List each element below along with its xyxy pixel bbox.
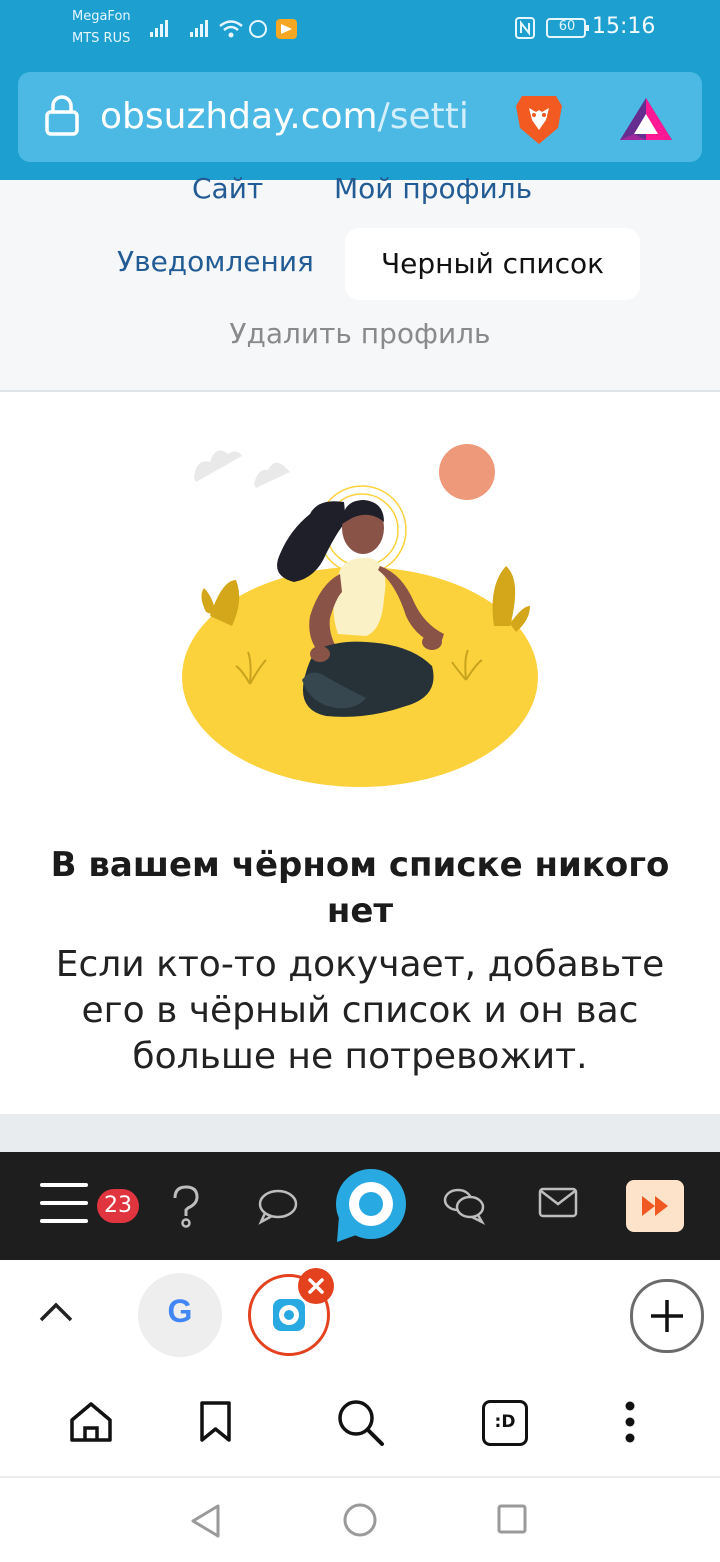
- home-nav-icon[interactable]: [342, 1502, 378, 1538]
- fast-forward-button[interactable]: [626, 1180, 684, 1232]
- site-logo-icon[interactable]: [333, 1168, 411, 1244]
- nav-link-site[interactable]: Сайт: [192, 172, 263, 205]
- conversations-icon[interactable]: [442, 1184, 488, 1226]
- more-options-icon[interactable]: [622, 1400, 638, 1444]
- meditation-illustration: [182, 444, 538, 787]
- address-bar[interactable]: obsuzhday.com/setti: [18, 72, 702, 162]
- clock: 15:16: [592, 14, 656, 39]
- url-text[interactable]: obsuzhday.com/setti: [100, 92, 510, 142]
- empty-state-heading: В вашем чёрном списке никого нет: [50, 845, 670, 931]
- nav-link-my-profile[interactable]: Мой профиль: [334, 172, 532, 205]
- nav-link-notifications[interactable]: Уведомления: [117, 245, 314, 278]
- carrier-1: MegaFon: [72, 9, 131, 24]
- recents-nav-icon[interactable]: [496, 1503, 528, 1535]
- tab-google[interactable]: G: [138, 1273, 222, 1357]
- brave-rewards-icon[interactable]: [618, 94, 674, 144]
- lock-icon: [45, 95, 79, 136]
- chat-icon[interactable]: [256, 1186, 302, 1226]
- nav-link-delete-profile[interactable]: Удалить профиль: [0, 317, 720, 350]
- carrier-2: MTS RUS: [72, 31, 131, 46]
- empty-state-message: Если кто-то докучает, добавьте его в чёр…: [55, 944, 665, 1077]
- tabs-switcher-icon: :D: [494, 1412, 516, 1432]
- battery-level: 60: [558, 19, 576, 34]
- new-tab-button[interactable]: [630, 1279, 704, 1353]
- system-navigation-bar: [0, 1476, 720, 1562]
- home-icon[interactable]: [68, 1400, 114, 1444]
- mail-icon[interactable]: [538, 1186, 580, 1220]
- nav-tab-blacklist-active[interactable]: Черный список: [345, 228, 640, 300]
- google-logo: G: [167, 1293, 193, 1329]
- content-footer-strip: [0, 1114, 720, 1152]
- fast-forward-icon: [642, 1196, 668, 1216]
- url-path: /setti: [377, 96, 469, 137]
- browser-header: MegaFon MTS RUS 60 15:16 obsuzhday.com/s…: [0, 0, 720, 180]
- close-tab-button[interactable]: [298, 1268, 334, 1304]
- close-icon: [308, 1278, 324, 1294]
- search-icon[interactable]: [336, 1398, 386, 1448]
- site-favicon-icon: [273, 1299, 305, 1331]
- chevron-up-icon[interactable]: [38, 1300, 74, 1324]
- question-icon[interactable]: [168, 1184, 204, 1230]
- browser-toolbar: :D: [0, 1380, 720, 1476]
- bookmark-icon[interactable]: [198, 1400, 234, 1444]
- brave-shields-icon[interactable]: [512, 90, 566, 148]
- url-host: obsuzhday.com: [100, 96, 378, 137]
- plus-icon: [651, 1300, 683, 1332]
- tabs-switcher-button[interactable]: :D: [482, 1400, 528, 1446]
- tab-strip: [0, 1260, 720, 1370]
- back-nav-icon[interactable]: [188, 1502, 224, 1540]
- menu-icon[interactable]: [40, 1181, 90, 1225]
- status-icons: [150, 19, 297, 39]
- notification-count-badge[interactable]: 23: [97, 1189, 139, 1223]
